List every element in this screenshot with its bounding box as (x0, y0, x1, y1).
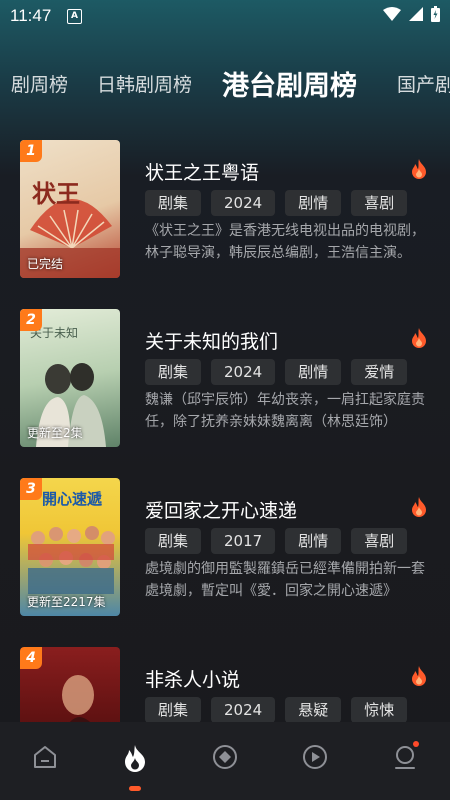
tag-type: 剧集 (145, 697, 202, 723)
svg-text:開心速遞: 開心速遞 (42, 490, 103, 508)
rank-badge: 4 (20, 647, 42, 669)
item-description: 《状王之王》是香港无线电视出品的电视剧，林子聪导演，韩辰辰总编剧，王浩信主演。 (145, 223, 425, 261)
tab-hktw-weekly[interactable]: 港台剧周榜 (222, 64, 357, 103)
list-item[interactable]: 关于未知 2 更新至2集 关于未知的我们 剧集 2024 剧情 爱情 魏谦（邱宇… (0, 309, 450, 449)
compass-icon (213, 745, 237, 769)
item-title[interactable]: 非杀人小说 (145, 665, 240, 692)
fire-icon (412, 666, 426, 686)
profile-icon (395, 746, 415, 769)
nav-hot[interactable] (90, 722, 180, 800)
status-label: 更新至2217集 (27, 595, 106, 609)
poster-image[interactable]: 状王 1 已完结 (20, 140, 120, 278)
list-item[interactable]: 状王 1 已完结 状王之王粤语 剧集 2024 剧情 喜剧 《状王之王》是香港无… (0, 140, 450, 280)
nav-home[interactable] (0, 722, 90, 800)
fire-icon (412, 328, 426, 348)
nav-discover[interactable] (180, 722, 270, 800)
item-description: 魏谦（邱宇辰饰）年幼丧亲，一肩扛起家庭责任，除了抚养亲妹妹魏离离（林思廷饰） (145, 392, 425, 430)
wifi-icon (383, 7, 401, 21)
tab-jpkr-weekly[interactable]: 日韩剧周榜 (97, 70, 192, 97)
nav-profile[interactable] (360, 722, 450, 800)
tag-type: 剧集 (145, 190, 202, 216)
notification-a-icon: A (67, 9, 82, 24)
item-title[interactable]: 状王之王粤语 (145, 158, 259, 185)
tag-row: 剧集 2024 剧情 爱情 (145, 359, 408, 385)
rank-badge: 2 (20, 309, 42, 331)
tag-genre: 惊悚 (351, 697, 408, 723)
item-description: 處境劇的御用監製羅鎮岳已經準備開拍新一套處境劇，暫定叫《愛．回家之開心速遞》 (145, 561, 425, 599)
tag-genre: 喜剧 (351, 190, 408, 216)
category-tabs: 剧周榜 日韩剧周榜 港台剧周榜 国产剧 (0, 60, 450, 108)
tag-genre: 喜剧 (351, 528, 408, 554)
poster-image[interactable]: 关于未知 2 更新至2集 (20, 309, 120, 447)
rank-badge: 3 (20, 478, 42, 500)
tag-type: 剧集 (145, 528, 202, 554)
tag-year: 2024 (211, 697, 276, 723)
fire-icon (412, 159, 426, 179)
bottom-nav (0, 722, 450, 800)
fire-icon (412, 497, 426, 517)
active-indicator (129, 786, 141, 791)
list-item[interactable]: 開心速遞 3 更新至2217集 爱回家之开心速递 剧集 2017 剧情 喜剧 處… (0, 478, 450, 618)
status-label: 已完结 (27, 257, 64, 271)
play-icon (303, 745, 327, 769)
status-label: 更新至2集 (27, 426, 83, 440)
battery-icon (431, 6, 440, 22)
tag-genre: 剧情 (285, 190, 342, 216)
home-icon (34, 746, 56, 768)
notification-dot (413, 741, 419, 747)
tag-genre: 爱情 (351, 359, 408, 385)
status-time: 11:47 (10, 6, 52, 25)
tag-year: 2017 (211, 528, 276, 554)
tag-genre: 剧情 (285, 528, 342, 554)
tag-type: 剧集 (145, 359, 202, 385)
tag-genre: 剧情 (285, 359, 342, 385)
tab-domestic[interactable]: 国产剧 (397, 70, 450, 97)
poster-image[interactable]: 開心速遞 3 更新至2217集 (20, 478, 120, 616)
tag-year: 2024 (211, 190, 276, 216)
item-title[interactable]: 爱回家之开心速递 (145, 496, 297, 523)
rank-badge: 1 (20, 140, 42, 162)
svg-text:状王: 状王 (32, 179, 80, 208)
tag-year: 2024 (211, 359, 276, 385)
tag-row: 剧集 2017 剧情 喜剧 (145, 528, 408, 554)
signal-icon (409, 7, 423, 21)
tag-row: 剧集 2024 悬疑 惊悚 (145, 697, 408, 723)
tab-weekly[interactable]: 剧周榜 (11, 70, 68, 97)
tag-genre: 悬疑 (285, 697, 342, 723)
status-icons (383, 6, 440, 22)
tag-row: 剧集 2024 剧情 喜剧 (145, 190, 408, 216)
item-title[interactable]: 关于未知的我们 (145, 327, 278, 354)
status-bar: 11:47 A (0, 0, 450, 30)
nav-play[interactable] (270, 722, 360, 800)
fire-icon (125, 745, 145, 772)
